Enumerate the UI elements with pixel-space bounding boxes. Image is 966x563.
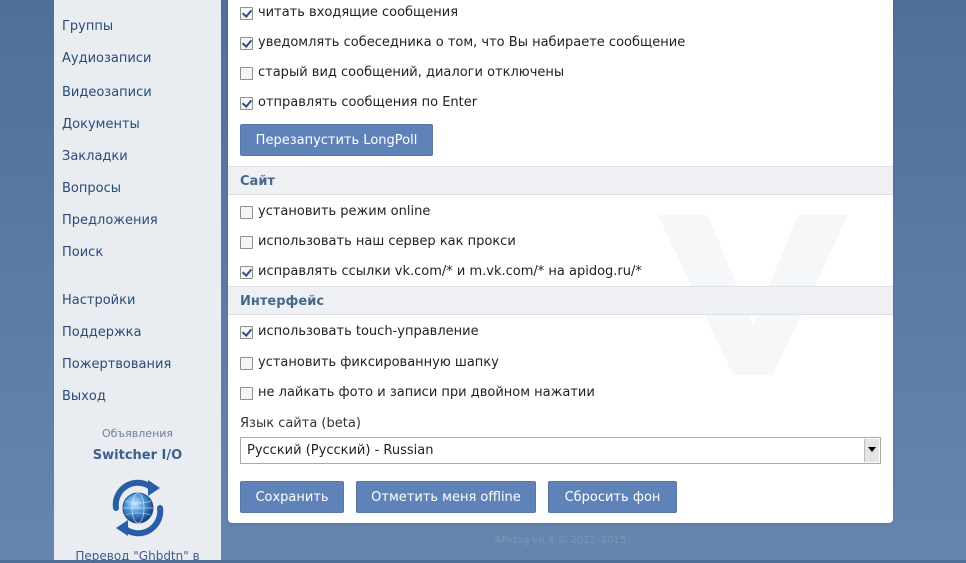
option-old-messages-view[interactable]: старый вид сообщений, диалоги отключены (240, 64, 564, 82)
checkbox[interactable] (240, 66, 253, 80)
option-label: уведомлять собеседника о том, что Вы наб… (258, 35, 686, 50)
option-fix-links[interactable]: исправлять ссылки vk.com/* и m.vk.com/* … (240, 263, 642, 281)
option-label: отправлять сообщения по Enter (258, 95, 478, 110)
language-select-value: Русский (Русский) - Russian (247, 443, 434, 458)
language-select[interactable]: Русский (Русский) - Russian (240, 437, 881, 464)
option-label: установить фиксированную шапку (258, 355, 499, 370)
option-fixed-header[interactable]: установить фиксированную шапку (240, 354, 499, 372)
checkbox[interactable] (240, 96, 253, 110)
sidebar-item-questions[interactable]: Вопросы (62, 181, 121, 197)
sidebar-item-groups[interactable]: Группы (62, 19, 113, 35)
section-header-interface: Интерфейс (228, 286, 893, 315)
sidebar-item-support[interactable]: Поддержка (62, 325, 142, 341)
promo-title[interactable]: Switcher I/O (54, 448, 221, 463)
option-label: использовать touch-управление (258, 324, 479, 339)
reset-background-button[interactable]: Сбросить фон (548, 481, 677, 513)
option-label: установить режим online (258, 204, 431, 219)
option-proxy-server[interactable]: использовать наш сервер как прокси (240, 233, 516, 251)
option-typing-notify[interactable]: уведомлять собеседника о том, что Вы наб… (240, 34, 685, 52)
section-header-site: Сайт (228, 166, 893, 195)
option-label: старый вид сообщений, диалоги отключены (258, 65, 565, 80)
sidebar-item-logout[interactable]: Выход (62, 389, 106, 405)
checkbox[interactable] (240, 235, 253, 249)
option-label: использовать наш сервер как прокси (258, 234, 516, 249)
settings-panel: читать входящие сообщения уведомлять соб… (228, 0, 893, 523)
checkbox[interactable] (240, 325, 253, 339)
sidebar-item-donations[interactable]: Пожертвования (62, 357, 171, 373)
sidebar-item-settings[interactable]: Настройки (62, 293, 135, 309)
option-label: не лайкать фото и записи при двойном наж… (258, 385, 595, 400)
sidebar-item-suggestions[interactable]: Предложения (62, 213, 158, 229)
option-label: читать входящие сообщения (258, 5, 459, 20)
checkbox[interactable] (240, 386, 253, 400)
section-title: Интерфейс (240, 294, 325, 309)
sidebar-item-search[interactable]: Поиск (62, 245, 103, 261)
footer-copyright: APIdog v6.4 © 2012–2015 (494, 535, 627, 546)
ads-caption: Объявления (101, 427, 174, 440)
mark-offline-button[interactable]: Отметить меня offline (356, 481, 536, 513)
option-touch-control[interactable]: использовать touch-управление (240, 323, 479, 341)
restart-longpoll-button[interactable]: Перезапустить LongPoll (240, 124, 433, 156)
promo-description: Перевод "Ghbdtn" в (75, 549, 200, 563)
sidebar-item-bookmarks[interactable]: Закладки (62, 149, 128, 165)
option-no-doubletap-like[interactable]: не лайкать фото и записи при двойном наж… (240, 384, 595, 402)
option-online-mode[interactable]: установить режим online (240, 203, 430, 221)
checkbox[interactable] (240, 265, 253, 279)
option-label: исправлять ссылки vk.com/* и m.vk.com/* … (258, 264, 642, 279)
checkbox[interactable] (240, 205, 253, 219)
option-send-on-enter[interactable]: отправлять сообщения по Enter (240, 94, 477, 112)
chevron-down-icon[interactable] (864, 439, 879, 462)
checkbox[interactable] (240, 6, 253, 20)
checkbox[interactable] (240, 36, 253, 50)
sidebar-item-video[interactable]: Видеозаписи (62, 85, 152, 101)
switcher-logo-icon[interactable] (104, 474, 172, 542)
option-read-incoming[interactable]: читать входящие сообщения (240, 4, 458, 22)
language-label: Язык сайта (beta) (240, 416, 361, 431)
sidebar-item-audio[interactable]: Аудиозаписи (62, 51, 151, 67)
checkbox[interactable] (240, 356, 253, 370)
section-title: Сайт (240, 174, 275, 189)
left-sidebar: Группы Аудиозаписи Видеозаписи Документы… (54, 0, 221, 563)
sidebar-item-documents[interactable]: Документы (62, 117, 140, 133)
save-button[interactable]: Сохранить (240, 481, 344, 513)
